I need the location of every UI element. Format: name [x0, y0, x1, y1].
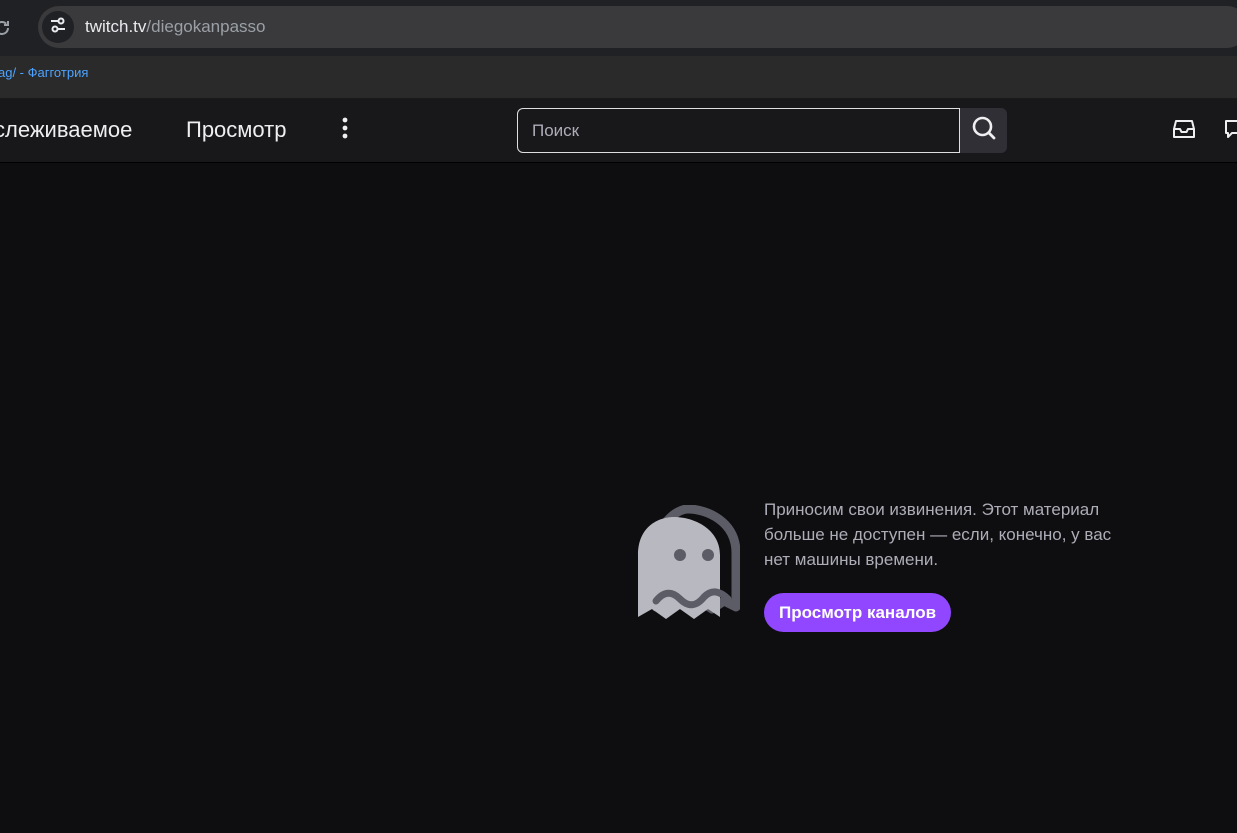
more-vertical-icon [342, 117, 348, 144]
top-nav: слеживаемое Просмотр [0, 99, 1237, 163]
browse-channels-button[interactable]: Просмотр каналов [764, 593, 952, 632]
search-icon [971, 115, 997, 146]
search-button[interactable] [960, 108, 1007, 153]
inbox-icon [1173, 119, 1195, 144]
nav-following-link[interactable]: слеживаемое [0, 117, 132, 143]
inbox-button[interactable] [1170, 117, 1198, 145]
site-info-button[interactable] [42, 11, 74, 43]
error-message: Приносим свои извинения. Этот материал б… [764, 500, 1112, 569]
search-input[interactable] [517, 108, 960, 153]
search-bar [517, 108, 1007, 153]
url-host: twitch.tv [85, 17, 147, 36]
ghost-icon [636, 504, 741, 621]
whispers-button[interactable] [1220, 117, 1237, 145]
address-bar[interactable]: twitch.tv/diegokanpasso [38, 6, 1237, 48]
url-text[interactable]: twitch.tv/diegokanpasso [85, 17, 266, 37]
more-button[interactable] [332, 115, 358, 145]
whispers-icon [1223, 118, 1237, 145]
browser-chrome: twitch.tv/diegokanpasso ag/ - Фагготрия [0, 0, 1237, 99]
main-content: Приносим свои извинения. Этот материал б… [0, 163, 1237, 833]
browser-toolbar: twitch.tv/diegokanpasso [0, 0, 1237, 56]
url-path: /diegokanpasso [146, 17, 266, 36]
tune-icon [49, 16, 67, 39]
bookmark-link[interactable]: ag/ - Фагготрия [0, 65, 88, 80]
nav-browse-link[interactable]: Просмотр [186, 117, 286, 143]
reload-icon[interactable] [0, 16, 14, 40]
bookmarks-bar: ag/ - Фагготрия [0, 56, 1237, 99]
